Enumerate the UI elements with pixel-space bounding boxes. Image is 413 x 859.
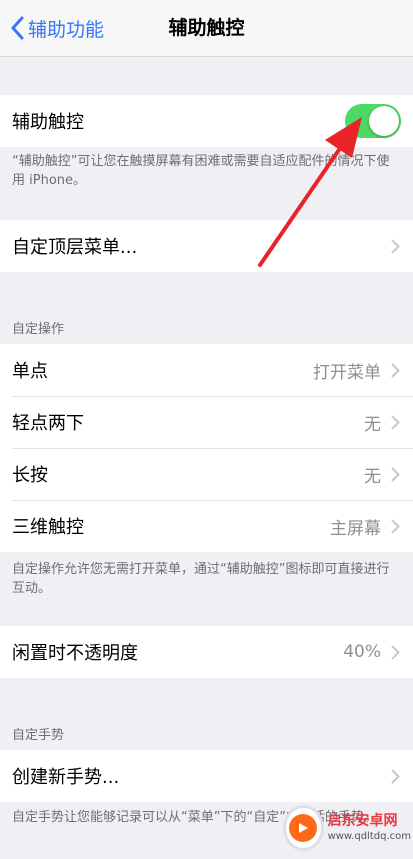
assistive-touch-row: 辅助触控 — [0, 95, 413, 147]
watermark-url: www.qdltdq.com — [327, 831, 411, 842]
page-title: 辅助触控 — [168, 17, 245, 39]
custom-actions-footnote: 自定操作允许您无需打开菜单，通过“辅助触控”图标即可直接进行互动。 — [12, 562, 390, 596]
chevron-right-icon — [391, 644, 401, 660]
chevron-right-icon — [391, 466, 401, 482]
create-gesture-row[interactable]: 创建新手势... — [0, 750, 413, 802]
top-menu-label: 自定顶层菜单... — [12, 237, 138, 258]
watermark: 启东安卓网 www.qdltdq.com — [283, 800, 411, 855]
action-row-single-tap[interactable]: 单点 打开菜单 — [0, 344, 413, 396]
nav-bar: 辅助功能 辅助触控 — [0, 0, 413, 57]
custom-actions-group: 单点 打开菜单 轻点两下 无 长按 无 三维触控 主屏幕 — [0, 344, 413, 552]
action-label: 长按 — [12, 465, 48, 486]
action-label: 三维触控 — [12, 517, 84, 538]
toggle-knob — [369, 106, 399, 136]
assistive-touch-group: 辅助触控 — [0, 95, 413, 147]
custom-gestures-group: 创建新手势... — [0, 750, 413, 802]
chevron-right-icon — [391, 238, 401, 254]
watermark-name: 启东安卓网 — [327, 813, 398, 829]
action-value: 主屏幕 — [330, 518, 381, 539]
create-gesture-label: 创建新手势... — [12, 767, 120, 788]
chevron-right-icon — [391, 768, 401, 784]
action-value: 无 — [364, 466, 381, 487]
assistive-touch-label: 辅助触控 — [12, 112, 84, 133]
action-row-3d-touch[interactable]: 三维触控 主屏幕 — [0, 500, 413, 552]
idle-opacity-group: 闲置时不透明度 40% — [0, 626, 413, 678]
idle-opacity-row[interactable]: 闲置时不透明度 40% — [0, 626, 413, 678]
action-label: 单点 — [12, 361, 48, 382]
chevron-right-icon — [391, 518, 401, 534]
action-row-long-press[interactable]: 长按 无 — [0, 448, 413, 500]
action-row-double-tap[interactable]: 轻点两下 无 — [0, 396, 413, 448]
top-menu-group: 自定顶层菜单... — [0, 220, 413, 272]
action-value: 打开菜单 — [313, 362, 381, 383]
assistive-touch-toggle[interactable] — [345, 104, 401, 138]
watermark-logo-icon — [283, 804, 324, 851]
action-value: 无 — [364, 414, 381, 435]
chevron-right-icon — [391, 362, 401, 378]
idle-opacity-label: 闲置时不透明度 — [12, 643, 138, 664]
action-label: 轻点两下 — [12, 413, 84, 434]
custom-actions-header: 自定操作 — [12, 322, 65, 337]
custom-gestures-header: 自定手势 — [12, 728, 65, 743]
top-menu-row[interactable]: 自定顶层菜单... — [0, 220, 413, 272]
idle-opacity-value: 40% — [343, 642, 381, 662]
chevron-right-icon — [391, 414, 401, 430]
assistive-touch-footnote: “辅助触控”可让您在触摸屏幕有困难或需要自适应配件的情况下使用 iPhone。 — [12, 154, 390, 188]
